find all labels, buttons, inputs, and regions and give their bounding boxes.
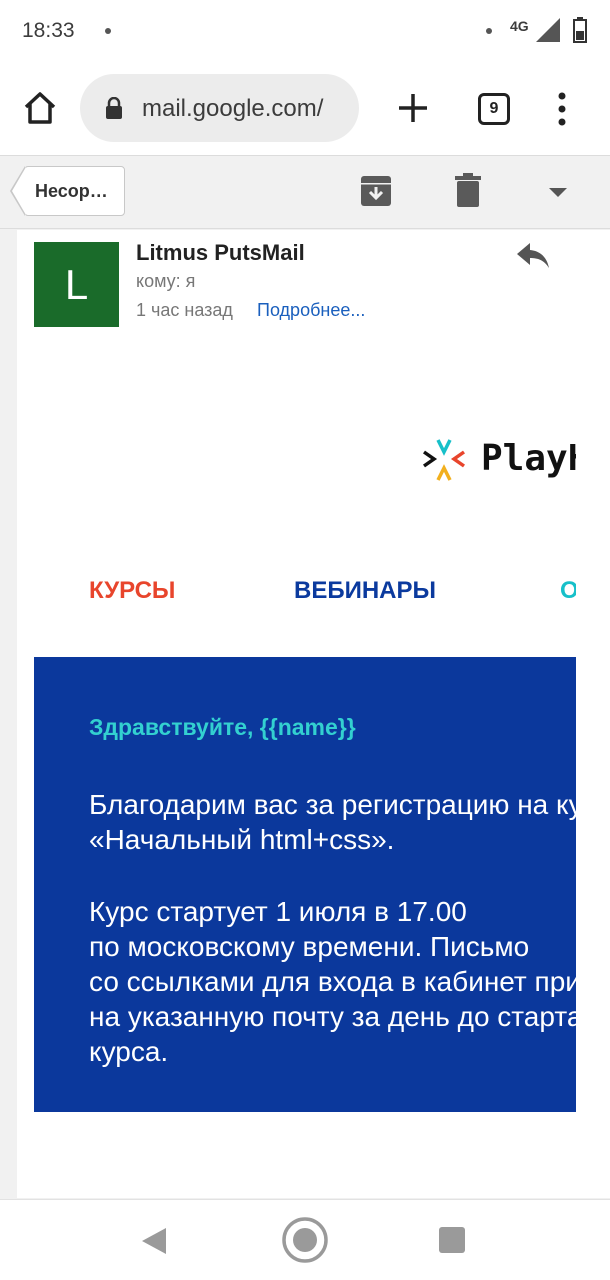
paragraph-line: по московскому времени. Письмо	[89, 931, 530, 962]
paragraph-line: Благодарим вас за регистрацию на курс	[89, 789, 576, 820]
thanks-paragraph: Благодарим вас за регистрацию на курс «Н…	[89, 787, 576, 857]
sender-name: Litmus PutsMail	[136, 240, 305, 265]
gmail-action-bar: Несор…	[0, 157, 610, 229]
reply-icon[interactable]	[516, 241, 550, 269]
network-type: 4G	[510, 18, 529, 34]
back-icon[interactable]	[142, 1228, 166, 1254]
battery-icon	[573, 17, 587, 43]
recent-icon[interactable]	[439, 1227, 465, 1253]
label-name: Несор…	[35, 181, 108, 201]
browser-toolbar: mail.google.com/ 9	[0, 64, 610, 156]
menu-icon[interactable]	[556, 92, 568, 126]
course-info-paragraph: Курс стартует 1 июля в 17.00 по московск…	[89, 894, 576, 1069]
email-body: PlayHelp КУРСЫ ВЕБИНАРЫ О НАС Здравствуй…	[34, 320, 576, 1120]
paragraph-line: «Начальный html+css».	[89, 824, 395, 855]
greeting: Здравствуйте, {{name}}	[89, 714, 356, 740]
avatar: L	[34, 242, 119, 327]
email-card: L Litmus PutsMail кому: я 1 час назад По…	[17, 230, 610, 1198]
lock-icon	[106, 97, 122, 119]
promo-block: Здравствуйте, {{name}} Благодарим вас за…	[34, 657, 576, 1112]
address-bar[interactable]: mail.google.com/	[80, 74, 359, 142]
delete-icon[interactable]	[455, 173, 481, 207]
tab-switcher-button[interactable]: 9	[478, 93, 510, 125]
back-arrow-fill	[12, 167, 26, 215]
more-actions-icon[interactable]	[549, 188, 567, 197]
message-time: 1 час назад	[136, 300, 233, 320]
notification-dot-icon	[105, 28, 111, 34]
signal-icon	[536, 18, 560, 42]
status-time: 18:33	[22, 19, 75, 42]
nav-about-link[interactable]: О НАС	[560, 577, 576, 605]
new-tab-icon[interactable]	[396, 91, 430, 125]
details-link[interactable]: Подробнее...	[257, 300, 365, 321]
nav-courses-link[interactable]: КУРСЫ	[89, 577, 175, 605]
paragraph-line: Курс стартует 1 июля в 17.00	[89, 896, 467, 927]
archive-icon[interactable]	[360, 175, 392, 207]
status-dot-icon	[486, 28, 492, 34]
home-icon[interactable]	[22, 90, 58, 126]
paragraph-line: на указанную почту за день до старта	[89, 1001, 576, 1032]
back-to-label-button[interactable]: Несор…	[24, 166, 125, 216]
system-nav-bar	[0, 1199, 610, 1280]
paragraph-line: курса.	[89, 1036, 169, 1067]
recipient: кому: я	[136, 271, 196, 291]
brand-logo-icon	[422, 439, 466, 481]
brand-name: PlayHelp	[481, 438, 576, 479]
url-text[interactable]: mail.google.com/	[142, 95, 323, 123]
home-button-icon[interactable]	[281, 1216, 329, 1264]
status-bar: 18:33 4G	[0, 0, 610, 64]
nav-webinars-link[interactable]: ВЕБИНАРЫ	[294, 577, 436, 605]
paragraph-line: со ссылками для входа в кабинет придёт	[89, 966, 576, 997]
